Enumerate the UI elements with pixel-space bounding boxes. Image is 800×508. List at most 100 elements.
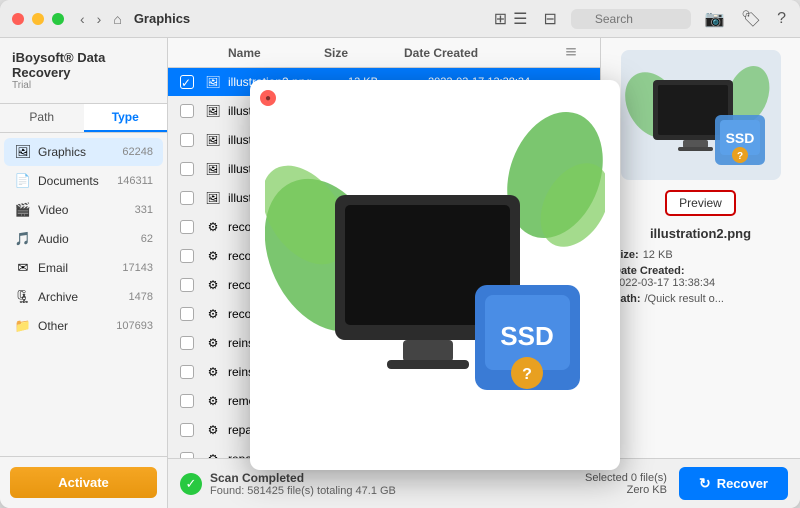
path-value: /Quick result o... bbox=[645, 293, 724, 305]
sidebar: iBoysoft® Data Recovery Trial Path Type … bbox=[0, 38, 168, 508]
list-view-button[interactable]: ☰ bbox=[511, 7, 529, 31]
size-value: 12 KB bbox=[643, 249, 673, 261]
svg-text:SSD: SSD bbox=[726, 130, 755, 146]
file-info-size: Size: 12 KB bbox=[613, 249, 788, 261]
sidebar-item-documents[interactable]: 📄 Documents 146311 bbox=[4, 167, 163, 195]
activate-button[interactable]: Activate bbox=[10, 467, 157, 498]
video-icon: 🎬 bbox=[14, 201, 32, 219]
file-checkbox[interactable] bbox=[180, 191, 194, 205]
tab-type[interactable]: Type bbox=[84, 104, 168, 132]
back-button[interactable]: ‹ bbox=[76, 9, 89, 29]
sidebar-item-graphics[interactable]: 🖼 Graphics 62248 bbox=[4, 138, 163, 166]
tab-path[interactable]: Path bbox=[0, 104, 84, 132]
size-col-header: Size bbox=[324, 46, 404, 60]
file-type-icon: ⚙ bbox=[204, 363, 222, 381]
file-checkbox[interactable]: ✓ bbox=[180, 75, 194, 89]
recover-icon: ↻ bbox=[699, 475, 711, 492]
other-label: Other bbox=[38, 319, 116, 333]
file-checkbox[interactable] bbox=[180, 220, 194, 234]
titlebar: ‹ › ⌂ Graphics ⊞ ☰ ⊟ 🔍 📷 🏷 ? bbox=[0, 0, 800, 38]
filter-button[interactable]: ⊟ bbox=[541, 7, 558, 31]
file-type-icon: 🖼 bbox=[204, 160, 222, 178]
extra-col-header bbox=[564, 44, 588, 61]
sidebar-tabs: Path Type bbox=[0, 104, 167, 133]
file-checkbox[interactable] bbox=[180, 249, 194, 263]
app-title: iBoysoft® Data Recovery bbox=[12, 50, 155, 80]
file-checkbox[interactable] bbox=[180, 278, 194, 292]
file-checkbox[interactable] bbox=[180, 162, 194, 176]
file-checkbox[interactable] bbox=[180, 133, 194, 147]
sidebar-footer: Activate bbox=[0, 456, 167, 508]
other-icon: 📁 bbox=[14, 317, 32, 335]
documents-icon: 📄 bbox=[14, 172, 32, 190]
file-checkbox[interactable] bbox=[180, 307, 194, 321]
sidebar-item-email[interactable]: ✉ Email 17143 bbox=[4, 254, 163, 282]
recover-button[interactable]: ↻ Recover bbox=[679, 467, 788, 500]
home-button[interactable]: ⌂ bbox=[109, 9, 125, 29]
titlebar-right: ⊞ ☰ ⊟ 🔍 📷 🏷 ? bbox=[492, 7, 788, 31]
file-checkbox[interactable] bbox=[180, 104, 194, 118]
scan-status: ✓ Scan Completed Found: 581425 file(s) t… bbox=[180, 471, 585, 497]
search-input[interactable] bbox=[571, 9, 691, 29]
email-count: 17143 bbox=[122, 262, 153, 274]
svg-text:?: ? bbox=[522, 366, 532, 383]
other-count: 107693 bbox=[116, 320, 153, 332]
preview-popup: ● SSD ? bbox=[250, 80, 620, 470]
sidebar-item-audio[interactable]: 🎵 Audio 62 bbox=[4, 225, 163, 253]
popup-close-button[interactable]: ● bbox=[260, 90, 276, 106]
file-type-icon: 🖼 bbox=[204, 189, 222, 207]
file-info-date: Date Created: 2022-03-17 13:38:34 bbox=[613, 265, 788, 289]
preview-button[interactable]: Preview bbox=[665, 190, 736, 216]
scan-details-label: Found: 581425 file(s) totaling 47.1 GB bbox=[210, 485, 396, 497]
scan-complete-icon: ✓ bbox=[180, 473, 202, 495]
view-toggle: ⊞ ☰ bbox=[492, 7, 530, 31]
scan-text-block: Scan Completed Found: 581425 file(s) tot… bbox=[210, 471, 396, 497]
date-label: Date Created: bbox=[613, 265, 685, 277]
file-type-icon: ⚙ bbox=[204, 392, 222, 410]
file-checkbox[interactable] bbox=[180, 365, 194, 379]
file-type-icon: ⚙ bbox=[204, 305, 222, 323]
tag-button[interactable]: 🏷 bbox=[739, 7, 763, 31]
app-subtitle: Trial bbox=[12, 80, 155, 91]
window-controls bbox=[12, 13, 64, 25]
audio-count: 62 bbox=[141, 233, 153, 245]
popup-illustration: SSD ? bbox=[265, 95, 605, 455]
svg-text:SSD: SSD bbox=[500, 321, 553, 351]
file-checkbox[interactable] bbox=[180, 394, 194, 408]
file-type-icon: ⚙ bbox=[204, 334, 222, 352]
recover-label: Recover bbox=[717, 476, 768, 491]
documents-count: 146311 bbox=[117, 175, 153, 187]
sidebar-item-other[interactable]: 📁 Other 107693 bbox=[4, 312, 163, 340]
graphics-icon: 🖼 bbox=[14, 143, 32, 161]
preview-image: SSD ? bbox=[623, 55, 778, 175]
graphics-label: Graphics bbox=[38, 145, 122, 159]
minimize-dot[interactable] bbox=[32, 13, 44, 25]
selected-count: Selected 0 file(s) bbox=[585, 472, 667, 484]
svg-text:?: ? bbox=[737, 151, 743, 162]
audio-label: Audio bbox=[38, 232, 141, 246]
file-info-title: illustration2.png bbox=[650, 226, 751, 241]
grid-view-button[interactable]: ⊞ bbox=[492, 7, 509, 31]
popup-image-container: SSD ? bbox=[250, 80, 620, 470]
search-wrapper: 🔍 bbox=[571, 9, 691, 29]
camera-button[interactable]: 📷 bbox=[703, 7, 727, 31]
close-dot[interactable] bbox=[12, 13, 24, 25]
maximize-dot[interactable] bbox=[52, 13, 64, 25]
nav-buttons: ‹ › ⌂ bbox=[76, 9, 126, 29]
sidebar-item-archive[interactable]: 🗜 Archive 1478 bbox=[4, 283, 163, 311]
sidebar-item-video[interactable]: 🎬 Video 331 bbox=[4, 196, 163, 224]
video-count: 331 bbox=[135, 204, 153, 216]
file-type-icon: 🖼 bbox=[204, 131, 222, 149]
email-icon: ✉ bbox=[14, 259, 32, 277]
file-checkbox[interactable] bbox=[180, 423, 194, 437]
file-list-header: Name Size Date Created bbox=[168, 38, 600, 68]
file-type-icon: ⚙ bbox=[204, 421, 222, 439]
audio-icon: 🎵 bbox=[14, 230, 32, 248]
date-value: 2022-03-17 13:38:34 bbox=[613, 277, 715, 289]
documents-label: Documents bbox=[38, 174, 117, 188]
file-checkbox[interactable] bbox=[180, 336, 194, 350]
selected-info: Selected 0 file(s) Zero KB bbox=[585, 472, 667, 496]
forward-button[interactable]: › bbox=[93, 9, 106, 29]
scan-completed-label: Scan Completed bbox=[210, 471, 396, 485]
help-button[interactable]: ? bbox=[775, 8, 788, 30]
